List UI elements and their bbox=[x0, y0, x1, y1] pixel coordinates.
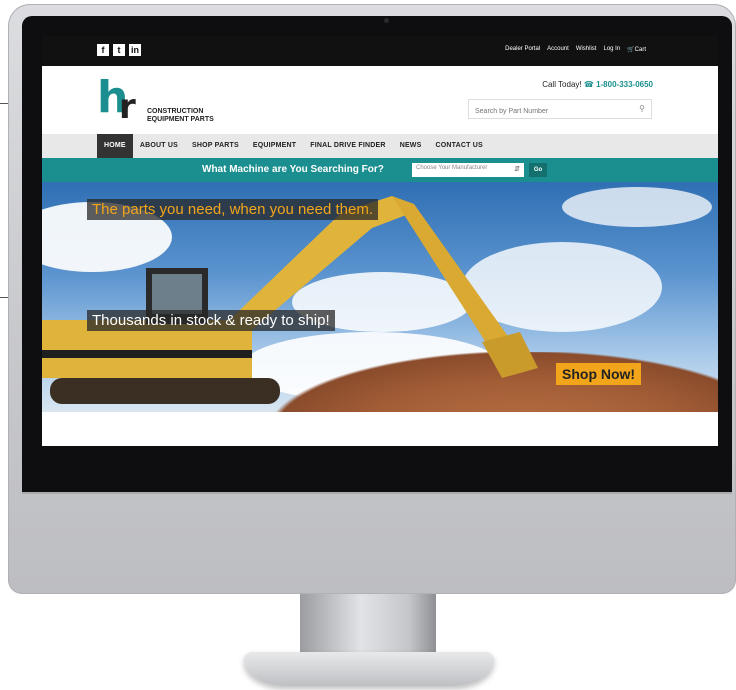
hero-tagline-1: The parts you need, when you need them. bbox=[87, 199, 379, 220]
linkedin-icon[interactable]: in bbox=[129, 44, 141, 56]
logo-line-1: CONSTRUCTION bbox=[147, 108, 204, 115]
machine-question: What Machine are You Searching For? bbox=[202, 164, 384, 175]
nav-contact-us[interactable]: CONTACT US bbox=[429, 134, 490, 158]
website-screen: f t in Dealer Portal Account Wishlist Lo… bbox=[42, 36, 718, 446]
logo-line-2: EQUIPMENT PARTS bbox=[147, 116, 214, 123]
facebook-icon[interactable]: f bbox=[97, 44, 109, 56]
nav-shop-parts[interactable]: SHOP PARTS bbox=[185, 134, 246, 158]
part-search-input[interactable] bbox=[469, 102, 641, 121]
search-icon[interactable]: ⚲ bbox=[639, 104, 645, 113]
logo-letter-r: r bbox=[119, 87, 136, 127]
camera-icon bbox=[384, 18, 389, 23]
machine-search-bar: What Machine are You Searching For? Choo… bbox=[42, 158, 718, 182]
nav-home[interactable]: HOME bbox=[97, 134, 133, 158]
shop-now-button[interactable]: Shop Now! bbox=[556, 363, 642, 385]
cart-label: Cart bbox=[634, 47, 646, 53]
cart-icon: 🛒 bbox=[627, 47, 635, 53]
call-label: Call Today! bbox=[542, 80, 582, 89]
phone-number[interactable]: 1-800-333-0650 bbox=[596, 80, 653, 89]
manufacturer-select[interactable]: Choose Your Manufacturer ⇵ bbox=[412, 163, 524, 177]
hero-banner: The parts you need, when you need them. … bbox=[42, 182, 718, 412]
nav-news[interactable]: NEWS bbox=[393, 134, 429, 158]
manufacturer-select-value: Choose Your Manufacturer bbox=[416, 165, 488, 171]
account-links: Dealer Portal Account Wishlist Log In 🛒C… bbox=[505, 46, 646, 53]
login-link[interactable]: Log In bbox=[603, 46, 620, 53]
account-link[interactable]: Account bbox=[547, 46, 569, 53]
excavator-cab-window bbox=[152, 274, 202, 314]
excavator-stick bbox=[392, 196, 512, 352]
main-nav: HOME ABOUT US SHOP PARTS EQUIPMENT FINAL… bbox=[42, 134, 718, 158]
select-arrows-icon: ⇵ bbox=[514, 166, 520, 173]
site-header: h r CONSTRUCTION EQUIPMENT PARTS Call To… bbox=[42, 66, 718, 134]
go-button[interactable]: Go bbox=[529, 163, 547, 177]
hero-tagline-2: Thousands in stock & ready to ship! bbox=[87, 310, 335, 331]
cart-link[interactable]: 🛒Cart bbox=[627, 46, 646, 53]
nav-about-us[interactable]: ABOUT US bbox=[133, 134, 185, 158]
part-search-box: ⚲ bbox=[468, 99, 652, 121]
nav-final-drive-finder[interactable]: FINAL DRIVE FINDER bbox=[303, 134, 392, 158]
logo-wordmark: CONSTRUCTION EQUIPMENT PARTS bbox=[147, 108, 214, 124]
dealer-portal-link[interactable]: Dealer Portal bbox=[505, 46, 540, 53]
below-hero-area bbox=[42, 412, 718, 446]
phone-icon: ☎ bbox=[583, 80, 594, 89]
twitter-icon[interactable]: t bbox=[113, 44, 125, 56]
monitor-stand-base bbox=[244, 652, 494, 686]
social-links: f t in bbox=[97, 44, 141, 56]
excavator-stripe bbox=[42, 350, 252, 358]
monitor-chin-divider bbox=[22, 492, 732, 494]
monitor-stand bbox=[300, 594, 436, 654]
nav-equipment[interactable]: EQUIPMENT bbox=[246, 134, 303, 158]
top-bar: f t in Dealer Portal Account Wishlist Lo… bbox=[42, 36, 718, 66]
wishlist-link[interactable]: Wishlist bbox=[576, 46, 597, 53]
site-logo[interactable]: h r CONSTRUCTION EQUIPMENT PARTS bbox=[97, 76, 227, 128]
excavator-tracks bbox=[50, 378, 280, 404]
call-today: Call Today! ☎ 1-800-333-0650 bbox=[542, 80, 653, 89]
